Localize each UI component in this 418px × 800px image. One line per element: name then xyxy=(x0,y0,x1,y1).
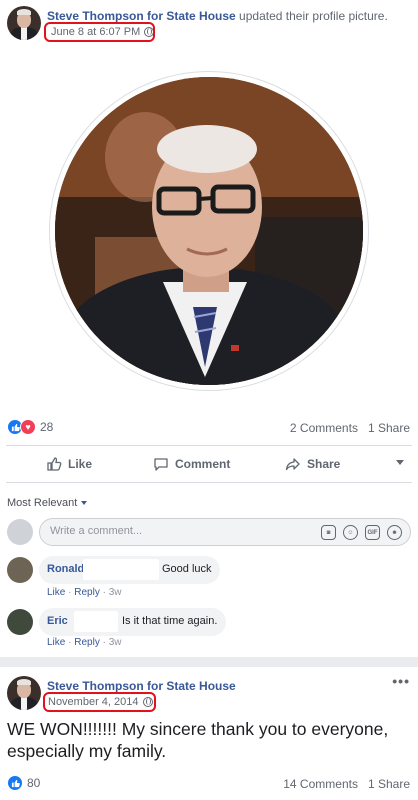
chevron-down-icon xyxy=(81,501,88,505)
comment-actions: Like · Reply · 3w xyxy=(47,637,122,648)
globe-icon xyxy=(142,697,153,707)
composer-tools: ◙ ☺ GIF ☻ xyxy=(321,525,402,540)
profile-photo-image xyxy=(55,77,363,385)
comment-item: Ronald Good luck Like · Reply · 3w xyxy=(0,556,418,608)
comment-bubble: Ronald Good luck xyxy=(39,556,220,584)
viewer-avatar xyxy=(7,519,33,545)
thumbs-up-icon xyxy=(47,457,62,471)
reaction-count[interactable]: 28 xyxy=(40,420,53,434)
comment-like-link[interactable]: Like xyxy=(47,587,65,598)
shares-count-link[interactable]: 1 Share xyxy=(368,421,410,435)
redacted-area xyxy=(83,559,159,580)
post-divider xyxy=(0,657,418,667)
engagement-stats: 2 Comments 1 Share xyxy=(290,421,410,435)
comment-composer[interactable]: ◙ ☺ GIF ☻ xyxy=(39,518,411,546)
smiley-icon[interactable]: ☺ xyxy=(343,525,358,540)
like-reaction-icon xyxy=(7,775,23,791)
comment-input[interactable] xyxy=(50,525,290,537)
post-action-text: updated their profile picture. xyxy=(239,9,388,23)
commenter-avatar[interactable] xyxy=(7,557,33,583)
like-label: Like xyxy=(68,457,93,471)
post-actions-bar: Like Comment Share xyxy=(6,445,412,483)
love-reaction-icon: ♥ xyxy=(20,419,36,435)
commenter-avatar[interactable] xyxy=(7,609,33,635)
more-icon[interactable]: ••• xyxy=(392,673,410,689)
timestamp-text[interactable]: November 4, 2014 xyxy=(48,696,139,708)
reaction-icons[interactable]: ♥ 28 xyxy=(7,419,53,435)
comment-text: Good luck xyxy=(162,563,212,575)
comment-sort-selector[interactable]: Most Relevant xyxy=(7,497,88,509)
sticker-icon[interactable]: ☻ xyxy=(387,525,402,540)
reactions-summary: 80 14 Comments 1 Share xyxy=(0,770,418,796)
author-name[interactable]: Steve Thompson for State House xyxy=(47,9,236,23)
audience-dropdown-icon[interactable] xyxy=(396,460,404,465)
comment-label: Comment xyxy=(175,457,231,471)
reaction-icons[interactable]: 80 xyxy=(7,775,40,791)
author-avatar[interactable] xyxy=(7,6,41,40)
post-timestamp[interactable]: June 8 at 6:07 PM xyxy=(51,26,155,38)
like-button[interactable]: Like xyxy=(46,456,92,472)
post-timestamp[interactable]: November 4, 2014 xyxy=(48,696,153,708)
camera-icon[interactable]: ◙ xyxy=(321,525,336,540)
share-label: Share xyxy=(307,457,341,471)
comments-count-link[interactable]: 2 Comments xyxy=(290,421,358,435)
comment-reply-link[interactable]: Reply xyxy=(74,637,100,648)
comment-actions: Like · Reply · 3w xyxy=(47,587,122,598)
author-avatar[interactable] xyxy=(7,676,41,710)
engagement-stats: 14 Comments 1 Share xyxy=(283,777,410,791)
reaction-count[interactable]: 80 xyxy=(27,776,40,790)
comment-age[interactable]: 3w xyxy=(109,637,122,648)
reactions-summary: ♥ 28 2 Comments 1 Share xyxy=(0,414,418,440)
shares-count-link[interactable]: 1 Share xyxy=(368,777,410,791)
comment-item: Eric Is it that time again. Like · Reply… xyxy=(0,608,418,660)
sort-label[interactable]: Most Relevant xyxy=(7,497,77,509)
commenter-name[interactable]: Eric xyxy=(47,615,68,627)
commenter-name[interactable]: Ronald xyxy=(47,563,84,575)
comment-like-link[interactable]: Like xyxy=(47,637,65,648)
comment-button[interactable]: Comment xyxy=(153,456,230,472)
comment-text: Is it that time again. xyxy=(122,615,218,627)
comment-bubble: Eric Is it that time again. xyxy=(39,608,226,636)
author-name[interactable]: Steve Thompson for State House xyxy=(47,679,236,693)
profile-picture[interactable] xyxy=(50,72,368,390)
share-button[interactable]: Share xyxy=(285,456,340,472)
post-header: Steve Thompson for State House updated t… xyxy=(0,0,418,48)
comments-count-link[interactable]: 14 Comments xyxy=(283,777,358,791)
post-author[interactable]: Steve Thompson for State House updated t… xyxy=(47,9,388,23)
comment-age[interactable]: 3w xyxy=(109,587,122,598)
share-icon xyxy=(285,458,300,471)
post-author[interactable]: Steve Thompson for State House xyxy=(47,679,236,693)
post-text: WE WON!!!!!!! My sincere thank you to ev… xyxy=(7,719,389,761)
timestamp-text[interactable]: June 8 at 6:07 PM xyxy=(51,26,140,38)
man-portrait-illustration xyxy=(55,77,363,385)
comment-icon xyxy=(154,458,168,471)
comment-reply-link[interactable]: Reply xyxy=(74,587,100,598)
redacted-area xyxy=(74,611,118,632)
globe-icon xyxy=(144,27,155,37)
gif-icon[interactable]: GIF xyxy=(365,525,380,540)
